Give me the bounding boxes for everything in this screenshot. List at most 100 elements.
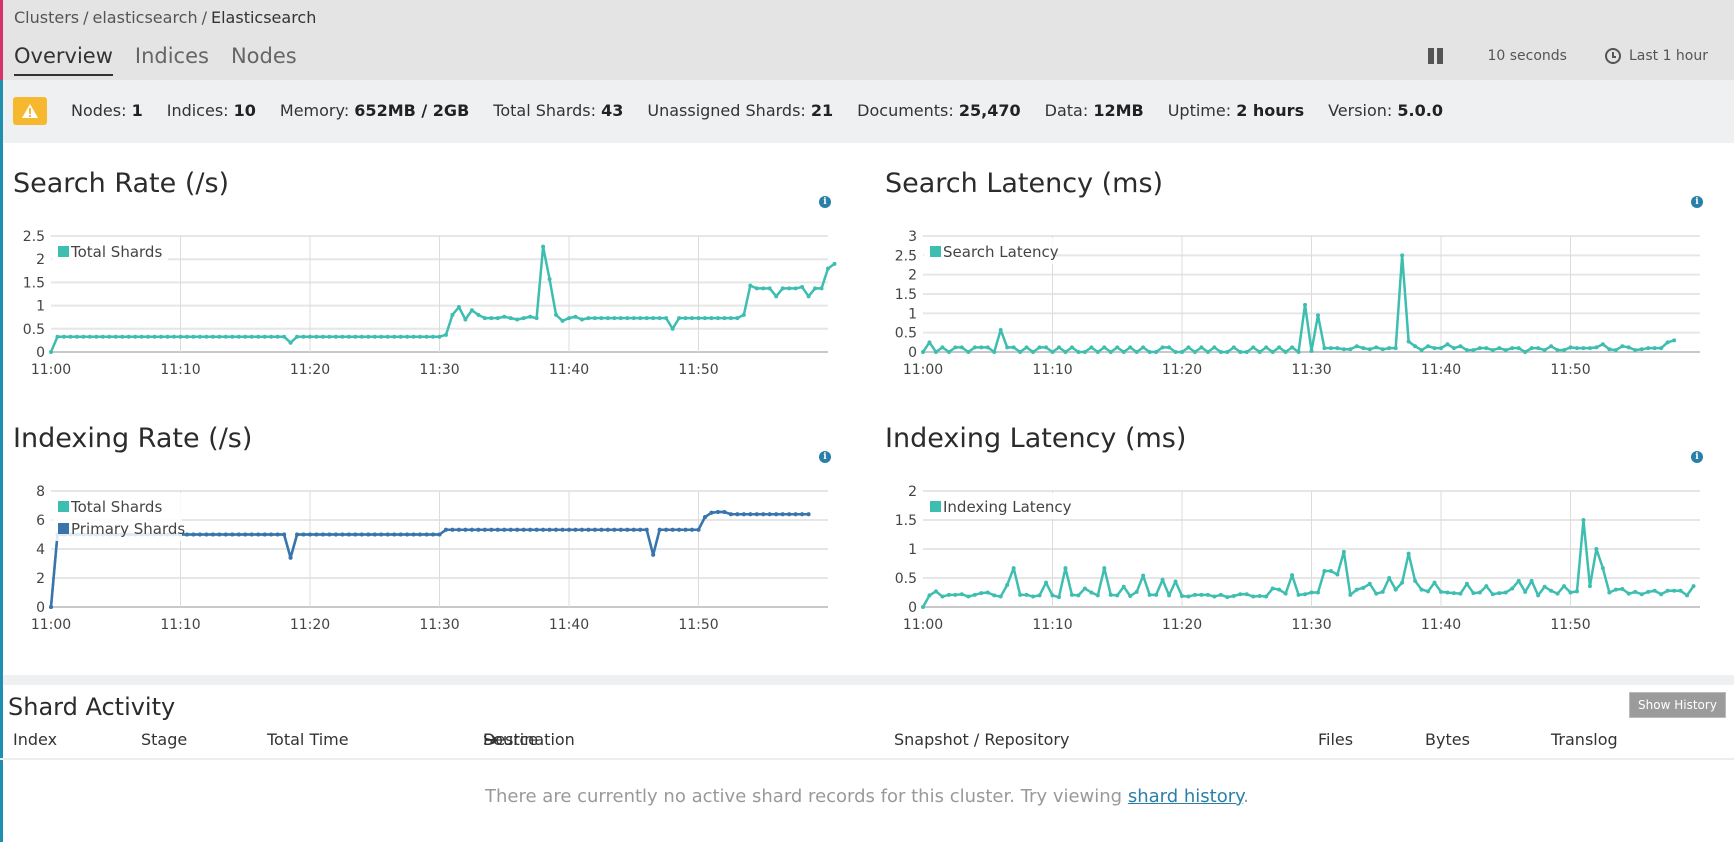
data-point	[1128, 593, 1133, 598]
data-point	[152, 334, 157, 339]
column-files[interactable]: Files	[1318, 730, 1353, 749]
x-tick-label: 11:10	[1032, 617, 1072, 633]
data-point	[702, 515, 707, 520]
data-point	[359, 334, 364, 339]
data-point	[1516, 578, 1521, 583]
y-tick-label: 0.5	[23, 322, 45, 338]
data-point	[1458, 344, 1463, 349]
data-point	[1367, 581, 1372, 586]
data-point	[1497, 346, 1502, 351]
data-point	[992, 350, 997, 354]
breadcrumb-clusters[interactable]: Clusters	[14, 8, 79, 27]
data-point	[1322, 569, 1327, 574]
data-point	[288, 555, 293, 560]
tab-indices[interactable]: Indices	[135, 44, 209, 76]
data-point	[405, 532, 410, 537]
x-tick-label: 11:00	[903, 362, 943, 378]
data-point	[113, 334, 118, 339]
time-range-picker[interactable]: Last 1 hour	[1604, 48, 1708, 64]
data-point	[1600, 342, 1605, 347]
data-point	[1115, 593, 1120, 598]
data-point	[223, 532, 228, 537]
data-point	[521, 316, 526, 321]
data-point	[1238, 350, 1243, 354]
data-point	[1594, 345, 1599, 350]
info-icon[interactable]: i	[819, 196, 831, 208]
column-snapshot-repository[interactable]: Snapshot / Repository	[894, 730, 1069, 749]
data-point	[631, 527, 636, 532]
data-point	[204, 532, 209, 537]
data-point	[612, 527, 617, 532]
data-point	[314, 334, 319, 339]
breadcrumb-separator: /	[201, 8, 207, 27]
data-point	[1639, 347, 1644, 352]
data-point	[1361, 585, 1366, 590]
column-translog[interactable]: Translog	[1551, 730, 1618, 749]
breadcrumb-cluster-name[interactable]: elasticsearch	[93, 8, 198, 27]
data-point	[366, 532, 371, 537]
stat-uptime: Uptime: 2 hours	[1167, 101, 1305, 120]
data-point	[372, 532, 377, 537]
stat-unassigned-shards: Unassigned Shards: 21	[647, 101, 834, 120]
x-tick-label: 11:50	[678, 617, 718, 633]
pause-icon[interactable]	[1428, 48, 1444, 64]
y-tick-label: 4	[36, 542, 45, 558]
data-point	[940, 594, 945, 599]
series-line	[921, 254, 1675, 354]
stat-documents: Documents: 25,470	[857, 101, 1021, 120]
data-point	[1516, 346, 1521, 351]
data-point	[1186, 345, 1191, 350]
info-icon[interactable]: i	[819, 451, 831, 463]
data-point	[696, 316, 701, 321]
data-point	[301, 334, 306, 339]
data-point	[353, 334, 358, 339]
data-point	[1620, 344, 1625, 349]
data-point	[1005, 345, 1010, 350]
legend-label: Total Shards	[70, 498, 162, 516]
data-point	[327, 532, 332, 537]
x-tick-label: 11:10	[160, 362, 200, 378]
shard-history-link[interactable]: shard history	[1128, 786, 1243, 807]
data-point	[1574, 589, 1579, 594]
data-point	[210, 532, 215, 537]
data-point	[1387, 576, 1392, 580]
data-point	[806, 294, 811, 299]
info-icon[interactable]: i	[1691, 196, 1703, 208]
data-point	[966, 594, 971, 599]
column-index[interactable]: Index	[13, 730, 57, 749]
show-history-button[interactable]: Show History	[1629, 692, 1726, 718]
tab-overview[interactable]: Overview	[14, 44, 113, 76]
data-point	[1192, 592, 1197, 597]
data-point	[579, 527, 584, 532]
data-point	[1309, 590, 1314, 595]
data-point	[1264, 345, 1269, 350]
shard-activity-title: Shard Activity	[8, 693, 176, 721]
x-tick-label: 11:10	[160, 617, 200, 633]
column-total-time[interactable]: Total Time	[267, 730, 349, 749]
column-stage[interactable]: Stage	[141, 730, 187, 749]
data-point	[489, 527, 494, 532]
data-point	[1205, 350, 1210, 354]
data-point	[1056, 595, 1061, 600]
panel-indexing-latency: Indexing Latency (ms) i 0 0.5 1 1.5 2 11:00 11…	[885, 423, 1715, 643]
data-point	[1393, 587, 1398, 592]
y-tick-label: 0	[908, 600, 917, 616]
column-bytes[interactable]: Bytes	[1425, 730, 1470, 749]
tab-nodes[interactable]: Nodes	[231, 44, 297, 76]
chart-indexing-rate: 0 2 4 6 8 11:00 11:10 11:20 11:30 11:40 11:50 Total…	[31, 484, 828, 633]
data-point	[1335, 572, 1340, 577]
data-point	[1490, 592, 1495, 597]
data-point	[437, 334, 442, 339]
data-point	[314, 532, 319, 537]
data-point	[1031, 594, 1036, 599]
data-point	[754, 286, 759, 291]
data-point	[1011, 345, 1016, 350]
data-point	[554, 312, 559, 317]
data-point	[353, 532, 358, 537]
data-point	[521, 527, 526, 532]
data-point	[780, 512, 785, 517]
info-icon[interactable]: i	[1691, 451, 1703, 463]
refresh-interval-button[interactable]: 10 seconds	[1487, 48, 1567, 64]
data-point	[333, 334, 338, 339]
data-point	[1141, 573, 1146, 578]
